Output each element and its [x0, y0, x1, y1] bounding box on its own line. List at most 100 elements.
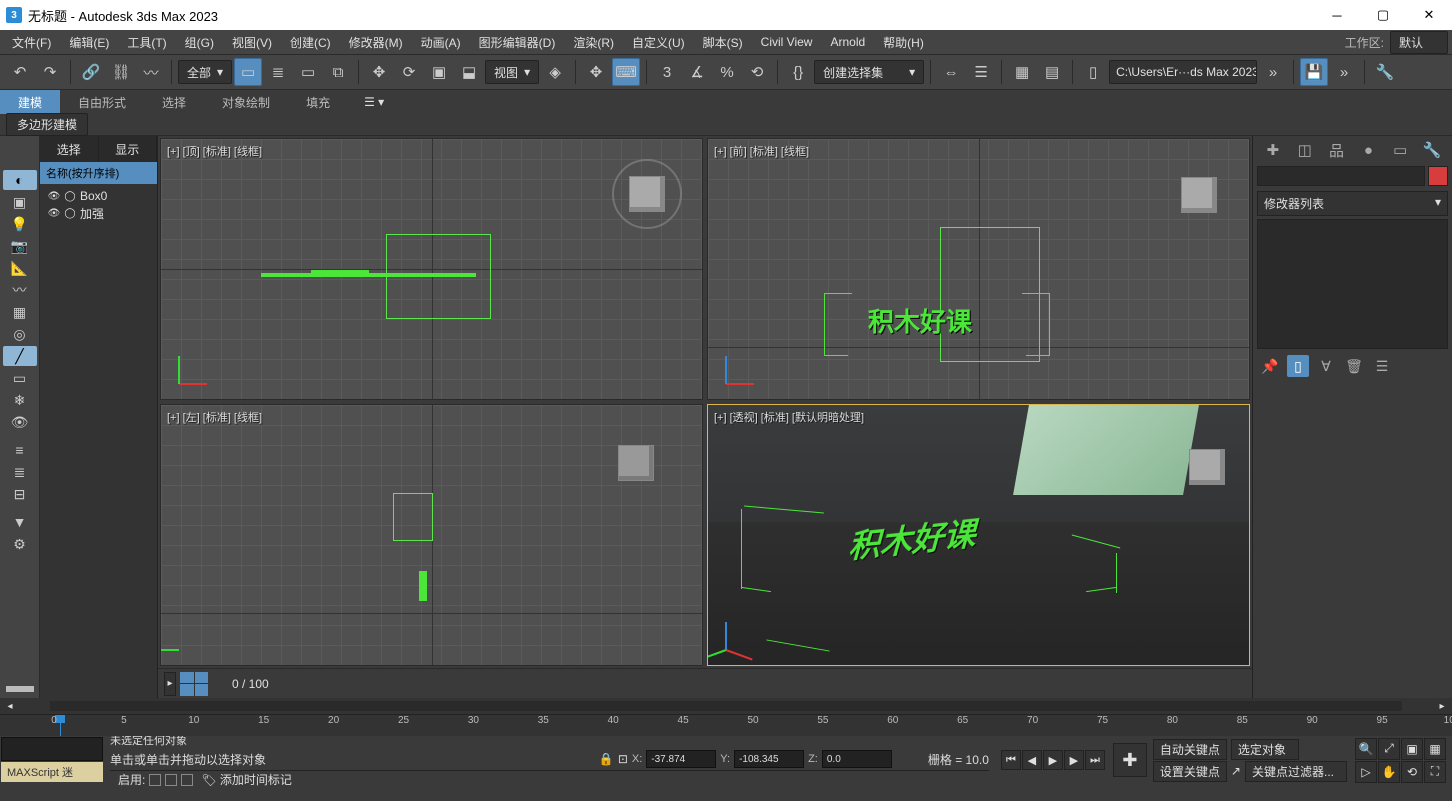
- modifier-stack[interactable]: [1257, 219, 1448, 349]
- selection-filter-dropdown[interactable]: 全部▾: [178, 60, 232, 84]
- percent-snap-toggle[interactable]: %: [713, 58, 741, 86]
- remove-modifier-icon[interactable]: 🗑: [1343, 355, 1365, 377]
- rail-spacewarp-icon[interactable]: 〰: [3, 280, 37, 300]
- enable-toggle[interactable]: 启用:: [118, 771, 193, 788]
- menu-group[interactable]: 组(G): [177, 32, 222, 53]
- link-button[interactable]: 🔗: [77, 58, 105, 86]
- ref-coord-dropdown[interactable]: 视图▾: [485, 60, 539, 84]
- menu-civilview[interactable]: Civil View: [753, 33, 821, 51]
- select-manipulate-button[interactable]: ✥: [582, 58, 610, 86]
- pivot-center-button[interactable]: ◈: [541, 58, 569, 86]
- menu-create[interactable]: 创建(C): [282, 32, 339, 53]
- unlink-button[interactable]: ⛓: [107, 58, 135, 86]
- rail-display-icon[interactable]: ▣: [3, 192, 37, 212]
- align-button[interactable]: ☰: [967, 58, 995, 86]
- layer-explorer-button[interactable]: ▦: [1008, 58, 1036, 86]
- menu-tools[interactable]: 工具(T): [119, 32, 174, 53]
- workspace-dropdown[interactable]: 默认: [1390, 31, 1448, 54]
- rail-none-icon[interactable]: ≣: [3, 462, 37, 482]
- menu-script[interactable]: 脚本(S): [695, 32, 751, 53]
- select-rotate-button[interactable]: ⟳: [395, 58, 423, 86]
- ribbon-tab-modeling[interactable]: 建模: [0, 90, 60, 114]
- freeze-icon[interactable]: ◯: [64, 190, 76, 202]
- goto-end-button[interactable]: ⏭: [1085, 750, 1105, 770]
- viewport-label[interactable]: [+] [透视] [标准] [默认明暗处理]: [714, 409, 864, 425]
- ribbon-polymodeling[interactable]: 多边形建模: [6, 113, 88, 136]
- object-name-input[interactable]: [1257, 166, 1425, 186]
- eye-icon[interactable]: 👁: [48, 190, 60, 202]
- snap-toggle[interactable]: 3: [653, 58, 681, 86]
- named-selection-dropdown[interactable]: 创建选择集▾: [814, 60, 924, 84]
- rail-light-icon[interactable]: 💡: [3, 214, 37, 234]
- make-unique-icon[interactable]: ∀: [1315, 355, 1337, 377]
- window-crossing-button[interactable]: ⧉: [324, 58, 352, 86]
- menu-help[interactable]: 帮助(H): [875, 32, 932, 53]
- minimize-button[interactable]: ─: [1314, 0, 1360, 30]
- zoom-extents-button[interactable]: ▣: [1401, 738, 1423, 760]
- rail-filter-icon[interactable]: ▼: [3, 512, 37, 532]
- viewport-front[interactable]: [+] [前] [标准] [线框] 积木好课: [707, 138, 1250, 400]
- menu-arnold[interactable]: Arnold: [822, 33, 873, 51]
- ribbon-tab-populate[interactable]: 填充: [288, 90, 348, 114]
- more-toolbar-button[interactable]: »: [1259, 58, 1287, 86]
- viewport-left[interactable]: [+] [左] [标准] [线框]: [160, 404, 703, 666]
- viewcube[interactable]: [618, 445, 654, 481]
- scene-tab-select[interactable]: 选择: [40, 136, 99, 162]
- ribbon-tab-freeform[interactable]: 自由形式: [60, 90, 144, 114]
- ribbon-tab-selection[interactable]: 选择: [144, 90, 204, 114]
- viewport-top[interactable]: [+] [顶] [标准] [线框]: [160, 138, 703, 400]
- freeze-icon[interactable]: ◯: [64, 208, 76, 220]
- zoom-all-button[interactable]: ⤢: [1378, 738, 1400, 760]
- key-mode-icon[interactable]: ↗: [1231, 764, 1241, 778]
- bind-spacewarp-button[interactable]: 〰: [137, 58, 165, 86]
- configure-sets-icon[interactable]: ☰: [1371, 355, 1393, 377]
- rail-hidden-icon[interactable]: 👁: [3, 412, 37, 432]
- viewport-label[interactable]: [+] [顶] [标准] [线框]: [167, 143, 262, 159]
- fov-button[interactable]: ▷: [1355, 761, 1377, 783]
- coord-y[interactable]: -108.345: [734, 750, 804, 768]
- ribbon-tab-objpaint[interactable]: 对象绘制: [204, 90, 288, 114]
- utilities-tab-icon[interactable]: 🔧: [1418, 138, 1446, 162]
- key-filter-button[interactable]: 关键点过滤器...: [1245, 761, 1347, 782]
- toggle-ribbon-button[interactable]: ▤: [1038, 58, 1066, 86]
- object-color-swatch[interactable]: [1428, 166, 1448, 186]
- select-object-button[interactable]: ▭: [234, 58, 262, 86]
- set-key-button[interactable]: ✚: [1113, 743, 1147, 777]
- show-end-result-icon[interactable]: ▯: [1287, 355, 1309, 377]
- eye-icon[interactable]: 👁: [48, 208, 60, 220]
- rail-camera-icon[interactable]: 📷: [3, 236, 37, 256]
- keyboard-shortcut-toggle[interactable]: ⌨: [612, 58, 640, 86]
- scene-tab-display[interactable]: 显示: [99, 136, 158, 162]
- close-button[interactable]: ✕: [1406, 0, 1452, 30]
- rail-helpers-icon[interactable]: 📐: [3, 258, 37, 278]
- menu-file[interactable]: 文件(F): [4, 32, 59, 53]
- next-frame-button[interactable]: ▶: [1064, 750, 1084, 770]
- time-prev-button[interactable]: ◂: [0, 701, 20, 712]
- time-ruler[interactable]: 0510152025303540455055606570758085909510…: [0, 714, 1452, 736]
- rail-resize-handle[interactable]: [6, 686, 34, 692]
- coord-x[interactable]: -37.874: [646, 750, 716, 768]
- maximize-button[interactable]: ▢: [1360, 0, 1406, 30]
- viewcube[interactable]: [1189, 449, 1225, 485]
- key-target-dropdown[interactable]: 选定对象: [1231, 739, 1299, 760]
- undo-button[interactable]: ↶: [6, 58, 34, 86]
- menu-modifier[interactable]: 修改器(M): [341, 32, 411, 53]
- mini-listener[interactable]: [1, 737, 103, 761]
- scene-list-header[interactable]: 名称(按升序排): [40, 162, 157, 184]
- edit-named-selection-button[interactable]: {}: [784, 58, 812, 86]
- modifier-list-dropdown[interactable]: 修改器列表▾: [1257, 191, 1448, 216]
- redo-button[interactable]: ↷: [36, 58, 64, 86]
- rail-group-icon[interactable]: ▦: [3, 302, 37, 322]
- prev-frame-button[interactable]: ◀: [1022, 750, 1042, 770]
- create-tab-icon[interactable]: ✚: [1259, 138, 1287, 162]
- angle-snap-toggle[interactable]: ∡: [683, 58, 711, 86]
- orbit-button[interactable]: ⟲: [1401, 761, 1423, 783]
- viewport-label[interactable]: [+] [前] [标准] [线框]: [714, 143, 809, 159]
- pin-stack-icon[interactable]: 📌: [1259, 355, 1281, 377]
- rail-all-icon[interactable]: ≡: [3, 440, 37, 460]
- zoom-extents-all-button[interactable]: ▦: [1424, 738, 1446, 760]
- select-place-button[interactable]: ⬓: [455, 58, 483, 86]
- rail-xref-icon[interactable]: ◎: [3, 324, 37, 344]
- pan-button[interactable]: ✋: [1378, 761, 1400, 783]
- curve-editor-button[interactable]: ▯: [1079, 58, 1107, 86]
